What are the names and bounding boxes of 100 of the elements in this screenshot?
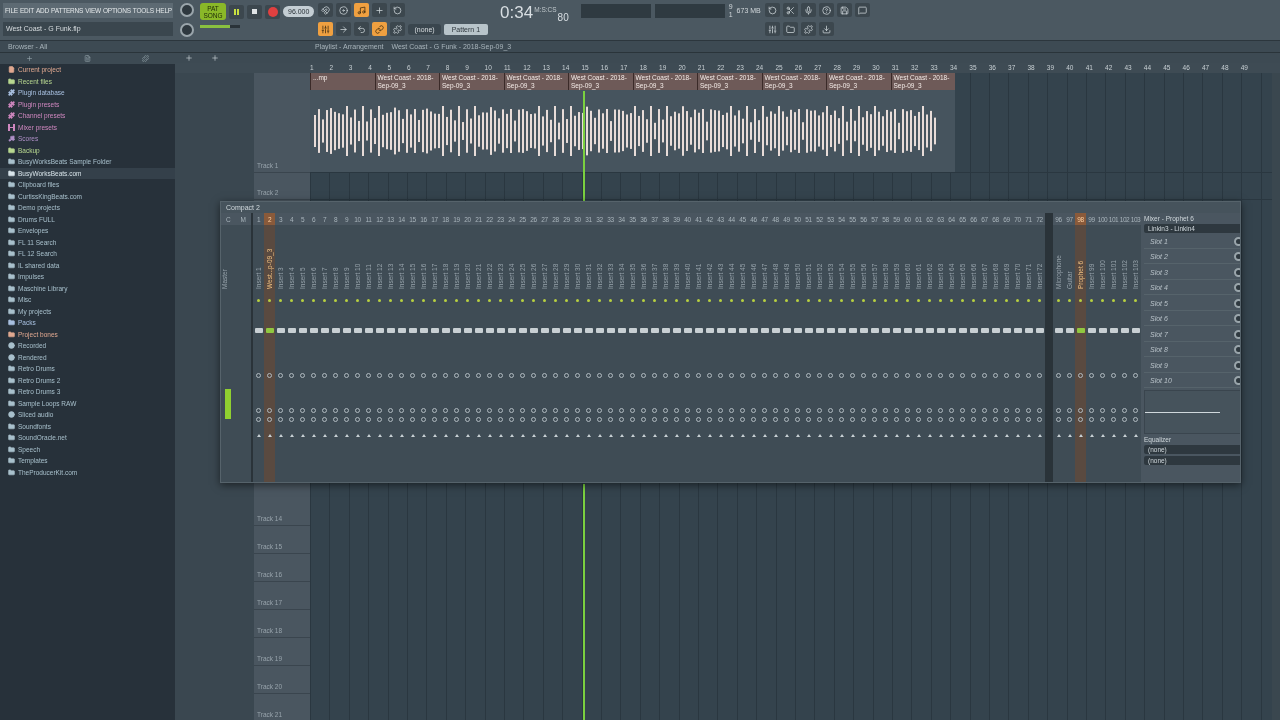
route-arrow-icon[interactable] (443, 434, 448, 437)
route-arrow-icon[interactable] (1056, 434, 1061, 437)
route-arrow-icon[interactable] (498, 434, 503, 437)
route-arrow-icon[interactable] (729, 434, 734, 437)
route-arrow-icon[interactable] (839, 434, 844, 437)
curve-button[interactable] (354, 22, 370, 36)
route-arrow-icon[interactable] (399, 434, 404, 437)
route-arrow-icon[interactable] (1111, 434, 1116, 437)
route-arrow-icon[interactable] (1004, 434, 1009, 437)
route-arrow-icon[interactable] (938, 434, 943, 437)
route-arrow-icon[interactable] (597, 434, 602, 437)
route-arrow-icon[interactable] (1133, 434, 1138, 437)
master-volume-slider[interactable] (200, 25, 240, 28)
route-arrow-icon[interactable] (432, 434, 437, 437)
plugin-button[interactable] (800, 22, 816, 36)
route-arrow-icon[interactable] (564, 434, 569, 437)
piano-roll-button[interactable] (318, 22, 334, 36)
route-arrow-icon[interactable] (850, 434, 855, 437)
route-arrow-icon[interactable] (773, 434, 778, 437)
route-arrow-icon[interactable] (421, 434, 426, 437)
route-arrow-icon[interactable] (828, 434, 833, 437)
route-arrow-icon[interactable] (454, 434, 459, 437)
route-arrow-icon[interactable] (630, 434, 635, 437)
browser-button[interactable] (782, 22, 798, 36)
plus-icon[interactable] (211, 54, 219, 62)
pitch-knob[interactable] (180, 23, 194, 37)
route-arrow-icon[interactable] (575, 434, 580, 437)
route-arrow-icon[interactable] (300, 434, 305, 437)
pitch-knob[interactable] (180, 3, 194, 17)
route-arrow-icon[interactable] (861, 434, 866, 437)
route-arrow-icon[interactable] (1100, 434, 1105, 437)
metronome-button[interactable] (336, 3, 352, 17)
route-arrow-icon[interactable] (355, 434, 360, 437)
route-arrow-icon[interactable] (817, 434, 822, 437)
route-arrow-icon[interactable] (1037, 434, 1042, 437)
route-arrow-icon[interactable] (377, 434, 382, 437)
route-arrow-icon[interactable] (586, 434, 591, 437)
stop-button[interactable] (247, 4, 262, 19)
route-arrow-icon[interactable] (410, 434, 415, 437)
route-arrow-icon[interactable] (674, 434, 679, 437)
route-arrow-icon[interactable] (982, 434, 987, 437)
route-arrow-icon[interactable] (905, 434, 910, 437)
route-arrow-icon[interactable] (927, 434, 932, 437)
save-button[interactable] (836, 3, 852, 17)
file-icon[interactable] (84, 55, 91, 62)
plus-icon[interactable] (25, 55, 33, 62)
route-arrow-icon[interactable] (894, 434, 899, 437)
route-arrow-icon[interactable] (1015, 434, 1020, 437)
route-arrow-icon[interactable] (795, 434, 800, 437)
route-arrow-icon[interactable] (971, 434, 976, 437)
route-arrow-icon[interactable] (718, 434, 723, 437)
route-arrow-icon[interactable] (762, 434, 767, 437)
route-arrow-icon[interactable] (685, 434, 690, 437)
route-arrow-icon[interactable] (1078, 434, 1083, 437)
route-arrow-icon[interactable] (278, 434, 283, 437)
audio-clip[interactable] (310, 90, 955, 172)
route-arrow-icon[interactable] (960, 434, 965, 437)
route-arrow-icon[interactable] (1089, 434, 1094, 437)
route-arrow-icon[interactable] (366, 434, 371, 437)
snap-button[interactable] (318, 3, 334, 17)
record-audio-button[interactable] (800, 3, 816, 17)
route-arrow-icon[interactable] (344, 434, 349, 437)
route-arrow-icon[interactable] (311, 434, 316, 437)
chat-button[interactable] (854, 3, 870, 17)
step-button[interactable] (372, 3, 388, 17)
undo-button[interactable] (764, 3, 780, 17)
route-arrow-icon[interactable] (509, 434, 514, 437)
route-arrow-icon[interactable] (883, 434, 888, 437)
route-arrow-icon[interactable] (652, 434, 657, 437)
route-arrow-icon[interactable] (740, 434, 745, 437)
route-arrow-icon[interactable] (707, 434, 712, 437)
arrow-button[interactable] (336, 22, 352, 36)
route-arrow-icon[interactable] (949, 434, 954, 437)
route-arrow-icon[interactable] (1122, 434, 1127, 437)
cut-button[interactable] (782, 3, 798, 17)
route-arrow-icon[interactable] (388, 434, 393, 437)
route-arrow-icon[interactable] (619, 434, 624, 437)
link-button[interactable] (372, 22, 388, 36)
route-arrow-icon[interactable] (806, 434, 811, 437)
route-arrow-icon[interactable] (289, 434, 294, 437)
mixer-button[interactable] (764, 22, 780, 36)
route-arrow-icon[interactable] (993, 434, 998, 437)
route-arrow-icon[interactable] (531, 434, 536, 437)
route-arrow-icon[interactable] (542, 434, 547, 437)
route-arrow-icon[interactable] (1026, 434, 1031, 437)
plus-icon[interactable] (185, 54, 193, 62)
route-arrow-icon[interactable] (916, 434, 921, 437)
countdown-button[interactable] (354, 3, 370, 17)
route-arrow-icon[interactable] (872, 434, 877, 437)
route-arrow-icon[interactable] (465, 434, 470, 437)
plugin-picker-button[interactable] (390, 22, 406, 36)
puzzle-icon[interactable] (142, 55, 150, 62)
route-arrow-icon[interactable] (553, 434, 558, 437)
route-arrow-icon[interactable] (520, 434, 525, 437)
route-arrow-icon[interactable] (608, 434, 613, 437)
route-arrow-icon[interactable] (333, 434, 338, 437)
route-arrow-icon[interactable] (256, 434, 261, 437)
route-arrow-icon[interactable] (267, 434, 272, 437)
pause-button[interactable] (229, 4, 244, 19)
route-arrow-icon[interactable] (487, 434, 492, 437)
